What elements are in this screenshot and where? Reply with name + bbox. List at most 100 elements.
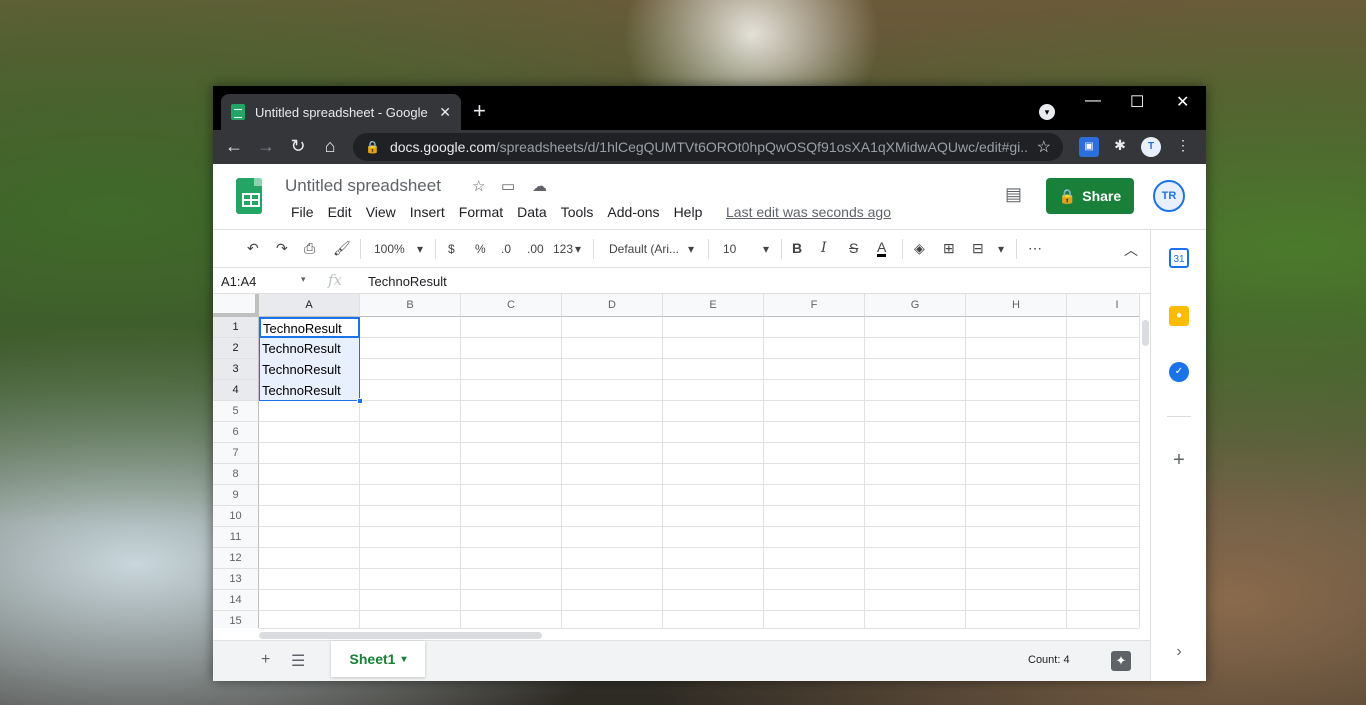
maximize-icon[interactable]: ☐ [1130,92,1144,112]
zoom-dropdown-icon[interactable]: ▾ [417,242,423,256]
column-header[interactable]: F [764,294,865,317]
calendar-icon[interactable]: 31 [1169,248,1189,268]
column-header[interactable]: B [360,294,461,317]
selection-count[interactable]: Count: 4 [1028,654,1070,666]
row-header[interactable]: 1 [213,317,259,338]
sheet-tab-dropdown-icon[interactable]: ▾ [401,654,406,665]
redo-icon[interactable]: ↷ [276,240,288,257]
name-box-dropdown-icon[interactable]: ▾ [301,274,306,285]
merge-dropdown-icon[interactable]: ▾ [998,242,1004,256]
percent-format-button[interactable]: % [475,242,486,256]
text-color-icon[interactable]: A [877,240,887,257]
browser-tab[interactable]: Untitled spreadsheet - Google Sh ✕ [221,94,461,130]
font-select[interactable]: Default (Ari... [609,242,679,256]
home-icon[interactable]: ⌂ [319,136,341,157]
new-tab-button[interactable]: + [473,98,486,124]
cloud-status-icon[interactable]: ☁ [532,177,547,195]
bold-icon[interactable]: B [792,240,802,256]
italic-icon[interactable]: I [821,240,827,256]
more-options-icon[interactable]: ⋯ [1028,240,1042,257]
column-header[interactable]: H [966,294,1067,317]
more-formats-dropdown-icon[interactable]: ▾ [575,242,581,256]
menu-data[interactable]: Data [510,204,554,220]
close-window-icon[interactable]: ✕ [1176,92,1189,112]
row-header[interactable]: 15 [213,611,259,628]
menu-help[interactable]: Help [667,204,710,220]
font-size-dropdown-icon[interactable]: ▾ [763,242,769,256]
extensions-puzzle-icon[interactable]: ✱ [1110,137,1130,157]
extension-icon[interactable]: ▣ [1079,137,1099,157]
merge-cells-icon[interactable]: ⊟ [972,240,984,257]
sheets-logo-icon[interactable] [236,178,262,214]
horizontal-scroll-thumb[interactable] [259,632,542,639]
row-header[interactable]: 6 [213,422,259,443]
more-formats-button[interactable]: 123 [553,242,573,256]
share-button[interactable]: 🔒 Share [1046,178,1134,214]
collapse-toolbar-icon[interactable]: ︿ [1124,240,1138,260]
tab-search-icon[interactable]: ▾ [1039,104,1055,120]
menu-tools[interactable]: Tools [554,204,601,220]
horizontal-scrollbar[interactable] [259,628,1139,640]
row-header[interactable]: 11 [213,527,259,548]
menu-file[interactable]: File [284,204,321,220]
borders-icon[interactable]: ⊞ [943,240,955,257]
cell-area[interactable] [259,317,1139,628]
star-icon[interactable]: ☆ [472,177,485,195]
column-header[interactable]: C [461,294,562,317]
expand-panel-icon[interactable]: › [1169,642,1189,662]
fill-color-icon[interactable]: ◈ [914,240,925,257]
forward-icon[interactable]: → [255,136,277,157]
row-header[interactable]: 13 [213,569,259,590]
row-header[interactable]: 5 [213,401,259,422]
menu-insert[interactable]: Insert [403,204,452,220]
column-header[interactable]: D [562,294,663,317]
account-avatar[interactable]: TR [1153,180,1185,212]
keep-icon[interactable]: ● [1169,306,1189,326]
menu-view[interactable]: View [359,204,403,220]
close-tab-icon[interactable]: ✕ [439,104,451,121]
row-header[interactable]: 10 [213,506,259,527]
cell-a1-active[interactable]: TechnoResult [259,317,360,338]
decrease-decimal-button[interactable]: .0 [501,242,511,256]
row-header[interactable]: 14 [213,590,259,611]
column-header[interactable]: I [1067,294,1139,317]
profile-avatar-icon[interactable]: T [1141,137,1161,157]
all-sheets-icon[interactable]: ☰ [291,651,305,671]
bookmark-star-icon[interactable]: ☆ [1037,137,1051,157]
spreadsheet-grid[interactable]: A B C D E F G H I 1 2 3 4 5 6 7 8 9 10 1… [213,294,1139,628]
font-dropdown-icon[interactable]: ▾ [688,242,694,256]
row-header[interactable]: 7 [213,443,259,464]
vertical-scrollbar[interactable] [1139,294,1150,628]
minimize-icon[interactable]: — [1085,92,1101,110]
row-header[interactable]: 4 [213,380,259,401]
strikethrough-icon[interactable]: S [849,240,858,256]
tasks-icon[interactable]: ✓ [1169,362,1189,382]
menu-edit[interactable]: Edit [321,204,359,220]
chrome-menu-icon[interactable]: ⋮ [1173,137,1193,157]
row-header[interactable]: 12 [213,548,259,569]
undo-icon[interactable]: ↶ [247,240,259,257]
explore-icon[interactable]: ✦ [1111,651,1131,671]
back-icon[interactable]: ← [223,136,245,157]
last-edit-link[interactable]: Last edit was seconds ago [726,204,891,220]
print-icon[interactable]: ⎙ [304,240,315,257]
zoom-select[interactable]: 100% [374,242,405,256]
menu-format[interactable]: Format [452,204,510,220]
add-sheet-icon[interactable]: + [261,651,270,669]
reload-icon[interactable]: ↻ [287,136,309,157]
column-header[interactable]: E [663,294,764,317]
row-header[interactable]: 9 [213,485,259,506]
select-all-corner[interactable] [213,294,259,317]
address-bar[interactable]: 🔒 docs.google.com /spreadsheets/d/1hlCeg… [353,133,1063,161]
fill-handle[interactable] [357,398,363,404]
row-header[interactable]: 3 [213,359,259,380]
sheet-tab[interactable]: Sheet1 ▾ [331,641,425,677]
increase-decimal-button[interactable]: .00 [527,242,544,256]
document-title[interactable]: Untitled spreadsheet [285,176,441,196]
currency-format-button[interactable]: $ [448,242,455,256]
row-header[interactable]: 2 [213,338,259,359]
menu-addons[interactable]: Add-ons [600,204,666,220]
get-addons-icon[interactable]: + [1169,450,1189,470]
move-folder-icon[interactable]: ▭ [501,177,515,195]
column-header[interactable]: G [865,294,966,317]
